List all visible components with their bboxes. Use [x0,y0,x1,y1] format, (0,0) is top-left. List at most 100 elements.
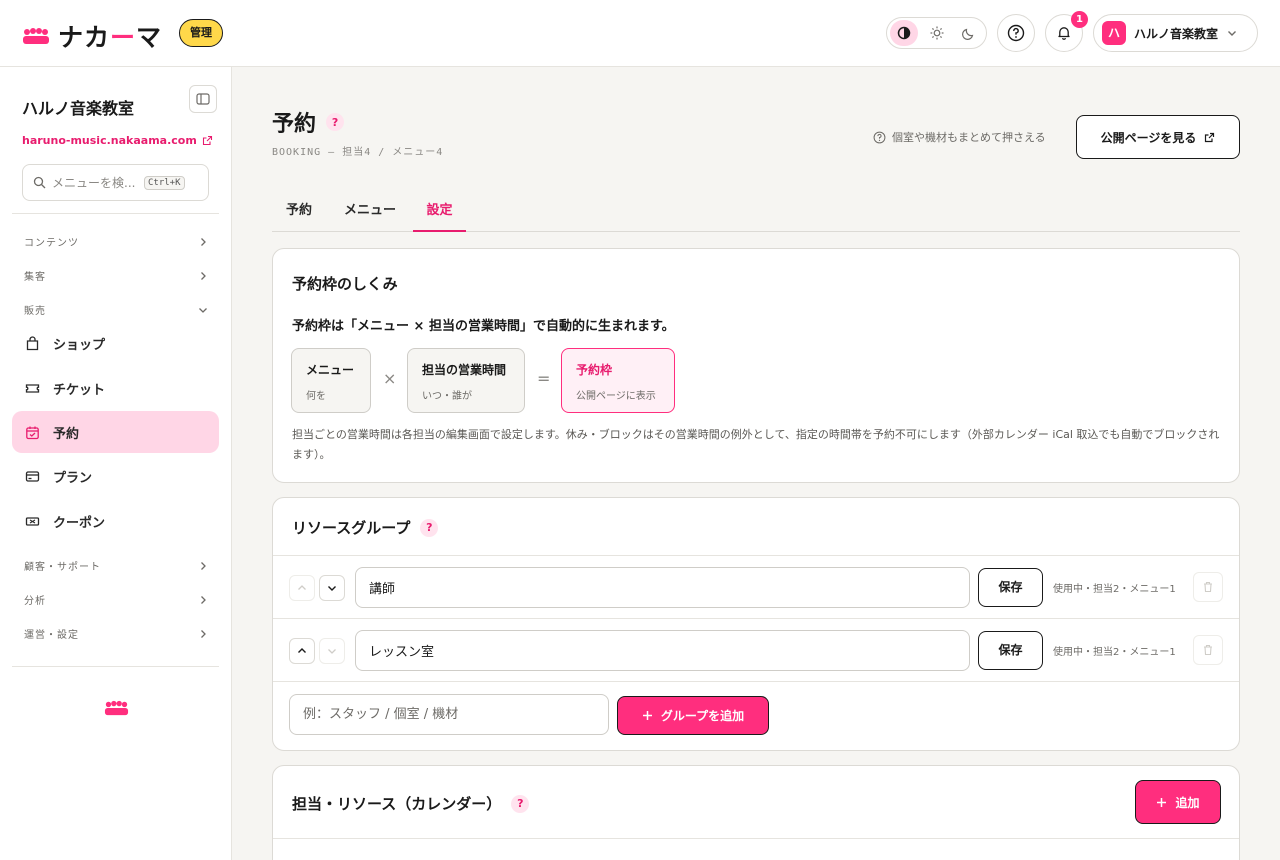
sidebar-divider [12,213,219,214]
usage-text: 使用中・担当2・メニュー1 [1053,647,1176,658]
chevron-right-icon [201,271,206,280]
sidebar-item-booking[interactable]: 予約 [12,411,219,453]
account-menu[interactable]: ハ ハルノ音楽教室 [1093,14,1258,52]
help-mark-icon[interactable]: ? [511,794,530,813]
footer-logo [103,700,130,716]
trash-icon [1204,644,1212,656]
menu-search[interactable]: Ctrl+K [22,164,209,201]
add-group-button[interactable]: グループを追加 [617,696,769,735]
search-shortcut-hint: Ctrl+K [144,175,185,190]
save-button[interactable]: 保存 [978,631,1043,670]
move-up-button[interactable] [289,575,315,601]
formula-menu-box: メニュー 何を [291,348,371,413]
site-url-text: haruno-music.nakaama.com [22,134,197,147]
sidebar-collapse-button[interactable] [189,85,217,113]
delete-button[interactable] [1193,572,1223,602]
sidebar-toggle-icon [196,93,210,105]
view-public-page-button[interactable]: 公開ページを見る [1076,115,1240,159]
section-sales[interactable]: 販売 [24,302,208,317]
section-marketing[interactable]: 集客 [24,268,208,283]
external-link-icon [1205,132,1215,142]
formula-hours-box: 担当の営業時間 いつ・誰が [407,348,525,413]
breadcrumb: BOOKING — 担当4 / メニュー4 [272,147,444,158]
page-hint-text: 個室や機材もまとめて押さえる [892,131,1046,144]
help-mark-icon[interactable]: ? [326,113,345,131]
card-title: 担当・リソース（カレンダー） ? [292,793,530,814]
logo-text: ナカーマ [58,23,163,52]
staff-resources-card: 担当・リソース（カレンダー） ? 追加 [272,765,1240,860]
row-divider [273,838,1239,839]
help-mark-icon[interactable]: ? [420,518,439,537]
bell-icon [1058,27,1070,40]
app-logo[interactable]: ナカーマ [22,18,162,54]
save-button[interactable]: 保存 [978,568,1043,607]
theme-dark-button[interactable] [955,20,983,46]
mechanism-headline: 予約枠は「メニュー × 担当の営業時間」で自動的に生まれます。 [292,319,675,334]
tab-menu[interactable]: メニュー [334,190,406,232]
site-url-link[interactable]: haruno-music.nakaama.com [22,134,213,147]
plus-icon [642,711,652,720]
trash-icon [1204,581,1212,593]
move-down-button[interactable] [319,638,345,664]
moon-icon [962,28,974,40]
org-name: ハルノ音楽教室 [22,99,135,118]
resource-groups-card: リソースグループ ? 保存 使用中・担当2・メニュー1 保存 使用中・担当2・メ… [272,497,1240,751]
card-title: リソースグループ ? [292,517,439,538]
chevron-up-icon [298,585,306,590]
sidebar-item-label: クーポン [53,515,106,531]
formula-box-title: 担当の営業時間 [422,363,507,377]
sidebar-item-shop[interactable]: ショップ [12,322,219,364]
times-operator: × [383,369,397,388]
top-bar: ナカーマ 管理 1 ハ ハルノ音楽教室 [0,0,1280,67]
row-divider [273,681,1239,682]
booking-mechanism-card: 予約枠のしくみ 予約枠は「メニュー × 担当の営業時間」で自動的に生まれます。 … [272,248,1240,483]
chevron-down-icon [328,649,336,654]
sidebar-divider [12,666,219,667]
equals-operator: = [537,369,551,388]
theme-auto-button[interactable] [890,20,918,46]
sidebar-item-coupon[interactable]: クーポン [12,500,219,542]
sidebar-item-label: チケット [53,382,106,398]
group-name-input[interactable] [355,567,970,608]
theme-light-button[interactable] [923,20,951,46]
chevron-right-icon [201,561,206,570]
section-customers[interactable]: 顧客・サポート [24,558,208,573]
move-up-button[interactable] [289,638,315,664]
usage-text: 使用中・担当2・メニュー1 [1053,584,1176,595]
section-contents[interactable]: コンテンツ [24,234,208,249]
new-group-input[interactable] [289,694,609,735]
account-avatar: ハ [1102,21,1126,45]
search-input[interactable] [52,175,144,190]
view-public-page-label: 公開ページを見る [1100,130,1197,145]
section-analytics[interactable]: 分析 [24,592,208,607]
coupon-icon [25,516,40,526]
card-title-text: リソースグループ [292,519,411,537]
tab-bar: 予約 メニュー 設定 [272,190,1240,232]
section-label: 販売 [24,306,46,317]
notifications-button[interactable]: 1 [1045,11,1088,52]
add-staff-button[interactable]: 追加 [1135,780,1221,824]
tab-booking[interactable]: 予約 [272,190,326,232]
group-name-input[interactable] [355,630,970,671]
page-hint: 個室や機材もまとめて押さえる [873,129,1046,145]
sidebar-item-label: プラン [53,470,93,486]
page-title: 予約 ? [272,106,345,138]
plus-icon [1157,797,1167,807]
formula-box-sub: 何を [306,391,326,402]
add-group-label: グループを追加 [660,709,745,723]
formula-box-title: 予約枠 [576,363,613,377]
card-icon [25,470,40,482]
section-operations[interactable]: 運営・設定 [24,626,208,641]
sidebar-item-label: 予約 [53,426,80,442]
move-down-button[interactable] [319,575,345,601]
add-staff-label: 追加 [1175,795,1200,810]
nakama-logo-icon [23,28,49,44]
sidebar-item-ticket[interactable]: チケット [12,367,219,409]
help-button[interactable] [997,14,1035,52]
sidebar-item-plan[interactable]: プラン [12,455,219,497]
tab-settings[interactable]: 設定 [413,190,466,232]
delete-button[interactable] [1193,635,1223,665]
chevron-down-icon [1228,31,1237,36]
question-circle-icon [1007,24,1025,42]
chevron-down-icon [328,586,336,591]
